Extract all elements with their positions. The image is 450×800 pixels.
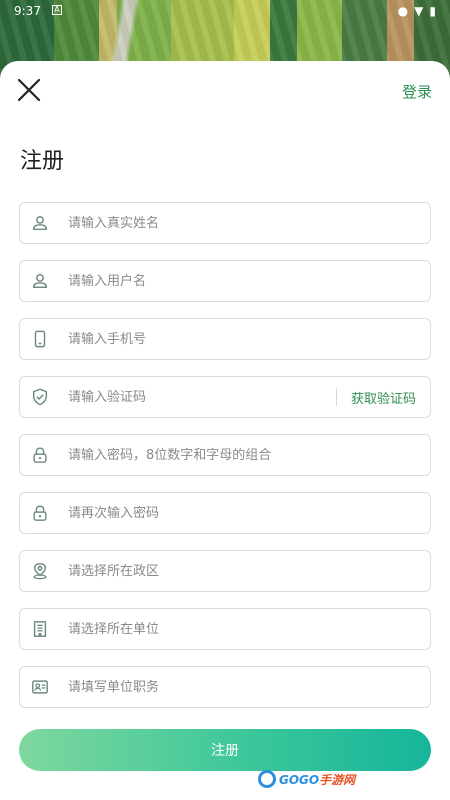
real-name-input[interactable]: [68, 215, 430, 231]
wifi-icon: ▼: [414, 4, 424, 18]
password-confirm-field[interactable]: [19, 492, 431, 534]
get-code-button[interactable]: 获取验证码: [351, 388, 416, 407]
close-icon: [17, 78, 41, 102]
password-input[interactable]: [68, 447, 430, 463]
notification-icon: A: [52, 5, 62, 15]
building-icon: [30, 619, 50, 639]
phone-icon: [30, 329, 50, 349]
phone-input[interactable]: [68, 331, 430, 347]
page-title: 注册: [20, 149, 65, 174]
id-card-icon: [30, 677, 50, 697]
watermark-text: GOGO手游网: [279, 771, 355, 788]
status-bar: 9:37 A ● ▼ ▮: [0, 0, 450, 24]
battery-icon: ▮: [429, 4, 436, 18]
status-icons: ● ▼ ▮: [398, 4, 436, 18]
username-input[interactable]: [68, 273, 430, 289]
real-name-field[interactable]: [19, 202, 431, 244]
lock-icon: [30, 445, 50, 465]
close-button[interactable]: [16, 77, 42, 103]
user-icon: [30, 271, 50, 291]
region-field[interactable]: [19, 550, 431, 592]
user-icon: [30, 213, 50, 233]
region-select[interactable]: [68, 563, 430, 579]
position-field[interactable]: [19, 666, 431, 708]
watermark-prefix: GOGO: [279, 772, 320, 787]
watermark: GOGO手游网: [258, 770, 355, 788]
verify-code-field[interactable]: 获取验证码: [19, 376, 431, 418]
location-status-icon: ●: [397, 4, 409, 18]
password-field[interactable]: [19, 434, 431, 476]
verify-code-input[interactable]: [68, 389, 336, 405]
watermark-suffix: 手游网: [319, 772, 356, 787]
divider: [335, 388, 337, 406]
shield-check-icon: [30, 387, 50, 407]
watermark-logo-icon: [258, 770, 276, 788]
position-input[interactable]: [68, 679, 430, 695]
lock-icon: [30, 503, 50, 523]
organization-select[interactable]: [68, 621, 430, 637]
password-confirm-input[interactable]: [68, 505, 430, 521]
organization-field[interactable]: [19, 608, 431, 650]
status-time: 9:37: [14, 4, 41, 18]
location-pin-icon: [30, 561, 50, 581]
register-button[interactable]: 注册: [19, 729, 431, 771]
phone-field[interactable]: [19, 318, 431, 360]
username-field[interactable]: [19, 260, 431, 302]
register-sheet: 登录 注册 获取验证码: [0, 61, 450, 800]
login-link[interactable]: 登录: [402, 81, 432, 102]
